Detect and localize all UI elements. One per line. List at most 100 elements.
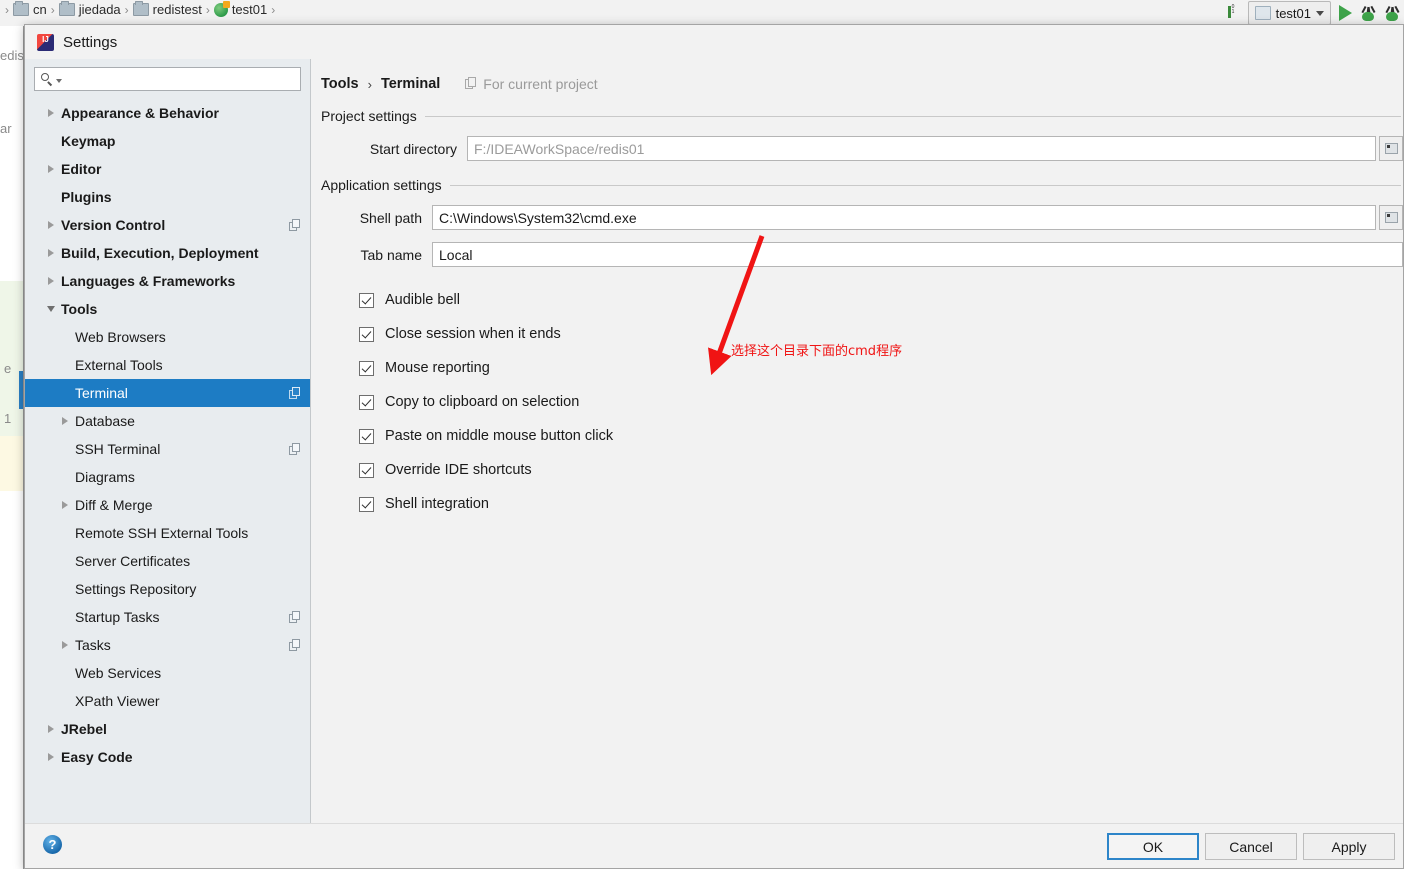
shell-path-browse-button[interactable] (1379, 205, 1403, 230)
breadcrumb-item-cn[interactable]: cn (13, 1, 47, 17)
checkbox-audible-bell[interactable] (359, 292, 374, 308)
apply-button[interactable]: Apply (1303, 833, 1395, 860)
checkbox-shell-integration[interactable] (359, 496, 374, 512)
breadcrumb-separator-trailing: › (271, 2, 276, 17)
sidebar-item-label: Terminal (75, 385, 128, 401)
checkbox-row[interactable]: Shell integration (359, 487, 1403, 521)
sidebar-item-settings-repository[interactable]: Settings Repository (25, 575, 310, 603)
chevron-down-icon[interactable] (41, 306, 61, 312)
checkbox-override-ide-shortcuts[interactable] (359, 462, 374, 478)
sidebar-item-label: External Tools (75, 357, 163, 373)
sidebar-item-remote-ssh-external-tools[interactable]: Remote SSH External Tools (25, 519, 310, 547)
chevron-right-icon[interactable] (55, 491, 75, 519)
run-icon[interactable] (1339, 5, 1352, 21)
sidebar-item-terminal[interactable]: Terminal (25, 379, 310, 407)
chevron-right-glyph (48, 249, 54, 257)
sidebar-item-tools[interactable]: Tools (25, 295, 310, 323)
settings-tree: Appearance & Behavior Keymap Editor Plugins… (25, 97, 310, 824)
sidebar-item-tasks[interactable]: Tasks (25, 631, 310, 659)
sidebar-item-label: Plugins (61, 189, 112, 205)
shell-path-input[interactable]: C:\Windows\System32\cmd.exe (432, 205, 1376, 230)
chevron-right-icon[interactable] (41, 221, 61, 229)
chevron-right-icon[interactable] (41, 165, 61, 173)
breadcrumb-item-jiedada[interactable]: jiedada (58, 1, 121, 17)
start-directory-browse-button[interactable] (1379, 136, 1403, 161)
debug-icon[interactable] (1360, 6, 1376, 21)
sidebar-item-startup-tasks[interactable]: Startup Tasks (25, 603, 310, 631)
chevron-right-glyph (48, 221, 54, 229)
sidebar-item-label: Web Services (75, 665, 162, 681)
project-settings-title-row: Project settings (321, 108, 1403, 124)
checkbox-row[interactable]: Mouse reporting (359, 351, 1403, 385)
chevron-right-icon[interactable] (55, 631, 75, 659)
checkbox-row[interactable]: Override IDE shortcuts (359, 453, 1403, 487)
chevron-right-glyph (62, 501, 68, 509)
sidebar-item-jrebel[interactable]: JRebel (25, 715, 310, 743)
sidebar-item-external-tools[interactable]: External Tools (25, 351, 310, 379)
editor-text-fragment: e (4, 361, 12, 376)
chevron-right-icon[interactable] (41, 249, 61, 257)
sidebar-item-appearance-behavior[interactable]: Appearance & Behavior (25, 99, 310, 127)
checkbox-row[interactable]: Paste on middle mouse button click (359, 419, 1403, 453)
debug-coverage-icon[interactable] (1384, 6, 1400, 21)
checkbox-paste-on-middle-mouse-button-click[interactable] (359, 428, 374, 444)
checkbox-mouse-reporting[interactable] (359, 360, 374, 376)
breadcrumb-separator: › (205, 2, 210, 17)
search-input[interactable] (64, 68, 294, 90)
checkbox-row[interactable]: Audible bell (359, 283, 1403, 317)
chevron-right-icon[interactable] (41, 109, 61, 117)
sidebar-item-easy-code[interactable]: Easy Code (25, 743, 310, 771)
chevron-right-icon[interactable] (41, 277, 61, 285)
tab-name-input[interactable]: Local (432, 242, 1403, 267)
run-config-label: test01 (1275, 5, 1311, 21)
project-scope-icon (465, 76, 478, 91)
chevron-down-glyph (47, 306, 55, 312)
sidebar-item-languages-frameworks[interactable]: Languages & Frameworks (25, 267, 310, 295)
settings-search-box[interactable] (34, 67, 301, 91)
sidebar-item-editor[interactable]: Editor (25, 155, 310, 183)
run-configuration-selector[interactable]: test01 (1247, 1, 1331, 25)
start-directory-input[interactable]: F:/IDEAWorkSpace/redis01 (467, 136, 1376, 161)
sidebar-item-database[interactable]: Database (25, 407, 310, 435)
checkbox-row[interactable]: Copy to clipboard on selection (359, 385, 1403, 419)
sidebar-item-keymap[interactable]: Keymap (25, 127, 310, 155)
chevron-down-icon[interactable] (56, 78, 62, 83)
sidebar-item-plugins[interactable]: Plugins (25, 183, 310, 211)
checkbox-close-session-when-it-ends[interactable] (359, 326, 374, 342)
breadcrumb-item-redistest[interactable]: redistest (132, 1, 202, 17)
sidebar-item-diagrams[interactable]: Diagrams (25, 463, 310, 491)
checkbox-copy-to-clipboard-on-selection[interactable] (359, 394, 374, 410)
project-scope-icon (289, 442, 302, 456)
sidebar-item-web-browsers[interactable]: Web Browsers (25, 323, 310, 351)
sidebar-item-server-certificates[interactable]: Server Certificates (25, 547, 310, 575)
sidebar-item-build-execution-deployment[interactable]: Build, Execution, Deployment (25, 239, 310, 267)
ok-button[interactable]: OK (1107, 833, 1199, 860)
tab-name-row: Tab name Local (321, 242, 1403, 267)
sidebar-item-web-services[interactable]: Web Services (25, 659, 310, 687)
sidebar-item-ssh-terminal[interactable]: SSH Terminal (25, 435, 310, 463)
chevron-right-icon[interactable] (41, 753, 61, 761)
checkbox-row[interactable]: Close session when it ends (359, 317, 1403, 351)
chevron-right-icon[interactable] (55, 407, 75, 435)
start-directory-row: Start directory F:/IDEAWorkSpace/redis01 (321, 136, 1403, 161)
browse-folder-icon (1384, 212, 1398, 223)
group-divider (449, 184, 1401, 186)
sidebar-item-xpath-viewer[interactable]: XPath Viewer (25, 687, 310, 715)
breadcrumb-parent[interactable]: Tools (321, 76, 359, 92)
sidebar-item-label: Editor (61, 161, 102, 177)
cancel-button[interactable]: Cancel (1205, 833, 1297, 860)
group-divider (424, 115, 1401, 117)
breadcrumb-item-test01[interactable]: test01 (213, 0, 267, 17)
sidebar-item-version-control[interactable]: Version Control (25, 211, 310, 239)
sidebar-item-label: Languages & Frameworks (61, 273, 236, 289)
scope-note-label: For current project (483, 76, 598, 92)
help-question-icon[interactable] (43, 835, 62, 854)
dialog-title-bar: Settings (25, 25, 1403, 59)
chevron-right-glyph (48, 165, 54, 173)
chevron-right-icon[interactable] (41, 725, 61, 733)
dialog-footer: OKCancelApply (25, 823, 1403, 868)
sidebar-item-diff-merge[interactable]: Diff & Merge (25, 491, 310, 519)
project-scope-icon (289, 386, 302, 400)
